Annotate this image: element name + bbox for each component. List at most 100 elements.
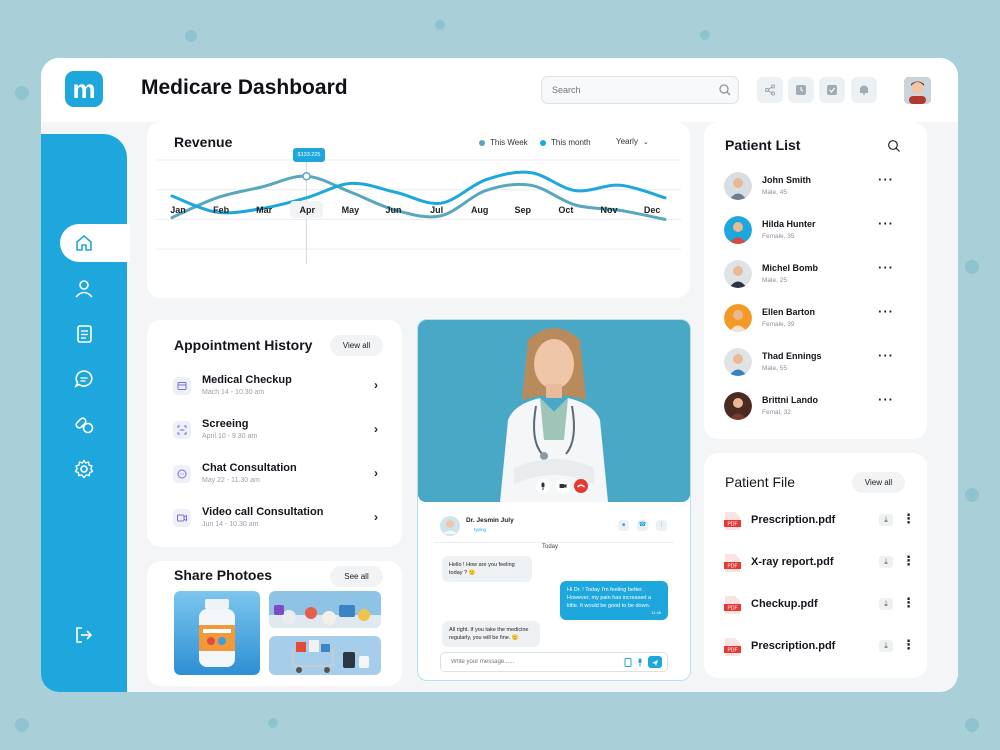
patient-avatar xyxy=(724,172,752,200)
legend-this-week[interactable]: This Week xyxy=(479,138,528,147)
tasks-button[interactable] xyxy=(819,77,845,103)
more-options-icon[interactable]: ⋮ xyxy=(902,511,915,527)
search-icon[interactable] xyxy=(718,83,732,97)
more-options-icon[interactable]: ··· xyxy=(878,348,894,363)
patient-name: Ellen Barton xyxy=(762,307,816,317)
chart-tooltip: $133.225 xyxy=(293,148,325,162)
appointment-item[interactable]: Screeing April 10 - 9.30 am › xyxy=(169,418,389,454)
bg-dot xyxy=(15,718,29,732)
selected-point[interactable] xyxy=(302,171,311,181)
bg-dot xyxy=(435,20,445,30)
app-logo[interactable]: m xyxy=(65,71,103,107)
search-icon[interactable] xyxy=(887,139,901,153)
pdf-file-icon: PDF xyxy=(724,596,741,614)
share-button[interactable] xyxy=(757,77,783,103)
file-row[interactable]: PDF Prescription.pdf ⤓ ⋮ xyxy=(724,637,915,661)
more-options-icon[interactable]: ··· xyxy=(878,392,894,407)
file-row[interactable]: PDF Prescription.pdf ⤓ ⋮ xyxy=(724,511,915,535)
more-options-icon[interactable]: ··· xyxy=(878,304,894,319)
video-icon xyxy=(173,509,191,527)
send-button[interactable] xyxy=(648,656,662,668)
chat-divider xyxy=(434,542,674,543)
appointment-item[interactable]: Video call Consultation Jun 14 - 10.30 a… xyxy=(169,506,389,542)
patient-avatar xyxy=(724,216,752,244)
user-avatar-image xyxy=(904,77,931,104)
home-icon[interactable] xyxy=(73,232,95,254)
bg-dot xyxy=(965,260,979,274)
scan-icon xyxy=(173,421,191,439)
camera-icon[interactable] xyxy=(556,479,570,493)
pdf-file-icon: PDF xyxy=(724,554,741,572)
photo-pills[interactable] xyxy=(269,591,381,628)
download-icon[interactable]: ⤓ xyxy=(879,640,893,652)
logout-icon[interactable] xyxy=(73,624,95,646)
appointment-title: Appointment History xyxy=(174,337,313,353)
share-photos-title: Share Photoes xyxy=(174,567,273,583)
patient-meta: Female, 35 xyxy=(762,233,795,240)
mic-icon[interactable] xyxy=(636,658,644,667)
file-row[interactable]: PDF Checkup.pdf ⤓ ⋮ xyxy=(724,595,915,619)
more-options-icon[interactable]: ··· xyxy=(878,260,894,275)
mic-icon[interactable] xyxy=(536,479,550,493)
chevron-right-icon: › xyxy=(374,422,378,436)
chat-icon[interactable] xyxy=(73,368,95,390)
patient-row[interactable]: Thad Ennings Male, 55 ··· xyxy=(724,348,914,378)
notifications-button[interactable] xyxy=(851,77,877,103)
patient-meta: Male, 45 xyxy=(762,189,787,196)
more-options-icon[interactable]: ⋮ xyxy=(902,595,915,611)
download-icon[interactable]: ⤓ xyxy=(879,598,893,610)
attach-file-icon[interactable] xyxy=(624,658,632,667)
chevron-right-icon: › xyxy=(374,466,378,480)
message-input[interactable] xyxy=(440,652,668,672)
history-button[interactable] xyxy=(788,77,814,103)
patient-row[interactable]: Ellen Barton Female, 39 ··· xyxy=(724,304,914,334)
photos-see-all-button[interactable]: See all xyxy=(330,566,383,587)
pdf-tag: PDF xyxy=(728,606,738,612)
checkbox-icon xyxy=(827,85,837,95)
more-options-icon[interactable]: ⋮ xyxy=(902,637,915,653)
appointment-date: May 22 - 11.30 am xyxy=(202,477,260,484)
patient-name: Thad Ennings xyxy=(762,351,822,361)
file-row[interactable]: PDF X-ray report.pdf ⤓ ⋮ xyxy=(724,553,915,577)
photo-shopping-cart[interactable] xyxy=(269,636,381,675)
patient-row[interactable]: Michel Bomb Male, 25 ··· xyxy=(724,260,914,290)
pdf-tag: PDF xyxy=(728,648,738,654)
patient-row[interactable]: John Smith Male, 45 ··· xyxy=(724,172,914,202)
doctor-video-image xyxy=(418,320,690,502)
top-bar: m Medicare Dashboard xyxy=(41,58,958,122)
legend-dot xyxy=(479,139,485,146)
appointment-date: Jun 14 - 10.30 am xyxy=(202,521,259,528)
chat-video-button[interactable]: ■ xyxy=(618,520,629,531)
period-dropdown[interactable]: Yearly ⌄ xyxy=(616,137,649,146)
appointments-view-all-button[interactable]: View all xyxy=(330,335,383,356)
bg-dot xyxy=(185,30,197,42)
appointment-date: Mach 14 - 10.30 am xyxy=(202,389,265,396)
search-input[interactable] xyxy=(541,76,739,104)
more-options-icon[interactable]: ··· xyxy=(878,216,894,231)
files-view-all-button[interactable]: View all xyxy=(852,472,905,493)
download-icon[interactable]: ⤓ xyxy=(879,514,893,526)
user-avatar[interactable] xyxy=(904,77,931,104)
end-call-icon[interactable] xyxy=(574,479,588,493)
more-options-icon[interactable]: ⋮ xyxy=(902,553,915,569)
chat-more-button[interactable]: ⋮ xyxy=(656,520,667,531)
chat-phone-button[interactable]: ☎ xyxy=(637,520,648,531)
appointment-item[interactable]: Medical Checkup Mach 14 - 10.30 am › xyxy=(169,374,389,410)
appointment-item[interactable]: Chat Consultation May 22 - 11.30 am › xyxy=(169,462,389,498)
legend-this-month[interactable]: This month xyxy=(540,138,591,147)
document-icon[interactable] xyxy=(73,323,95,345)
appointment-name: Video call Consultation xyxy=(202,506,324,518)
pills-icon[interactable] xyxy=(73,413,95,435)
gear-icon[interactable] xyxy=(73,458,95,480)
photo-vitamin-bottle[interactable] xyxy=(174,591,260,675)
patient-row[interactable]: Brittni Lando Femal, 32 ··· xyxy=(724,392,914,422)
patient-avatar xyxy=(724,260,752,288)
bg-dot xyxy=(15,86,29,100)
message-text: Hello ! How are you feeling today ? 🙂 xyxy=(449,562,515,576)
x-tick-label: Aug xyxy=(470,205,489,215)
more-options-icon[interactable]: ··· xyxy=(878,172,894,187)
user-icon[interactable] xyxy=(73,278,95,300)
download-icon[interactable]: ⤓ xyxy=(879,556,893,568)
share-icon xyxy=(765,84,775,96)
patient-row[interactable]: Hilda Hunter Female, 35 ··· xyxy=(724,216,914,246)
